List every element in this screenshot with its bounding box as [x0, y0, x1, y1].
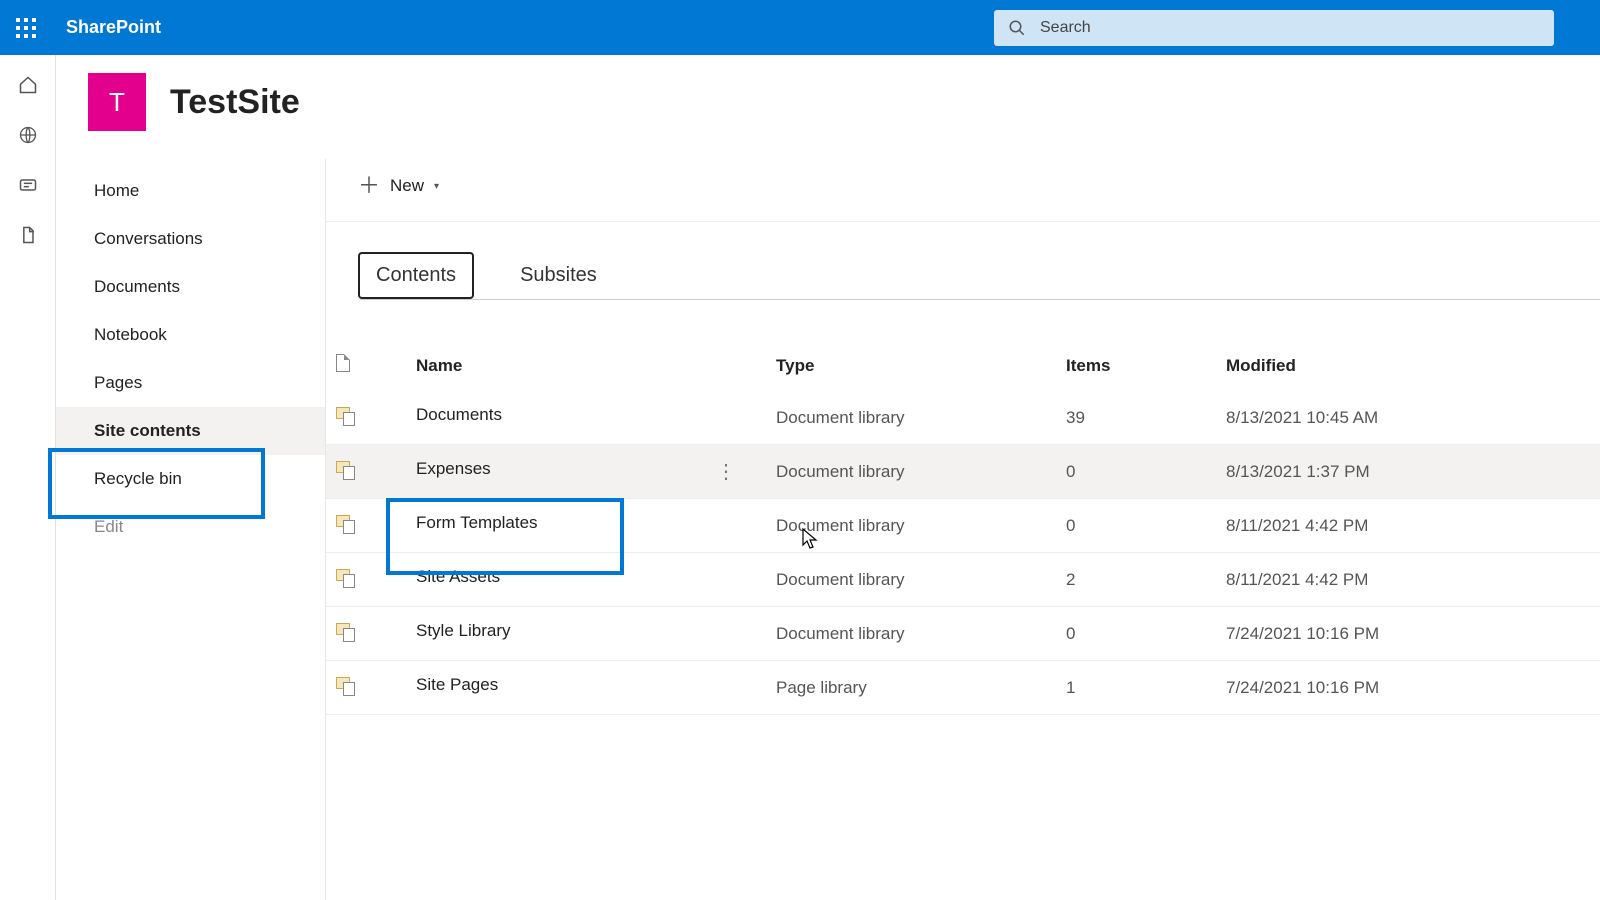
row-name[interactable]: Documents: [416, 405, 502, 424]
row-items: 2: [1056, 553, 1216, 607]
row-name[interactable]: Style Library: [416, 621, 510, 640]
nav-item-documents[interactable]: Documents: [56, 263, 325, 311]
row-type: Document library: [766, 607, 1056, 661]
file-header-icon: [336, 354, 350, 372]
row-type: Page library: [766, 661, 1056, 715]
table-row[interactable]: Site Pages⋮Page library17/24/2021 10:16 …: [326, 661, 1600, 715]
globe-icon[interactable]: [18, 125, 38, 145]
col-name[interactable]: Name: [406, 340, 766, 391]
row-name[interactable]: Site Assets: [416, 567, 500, 586]
contents-list: Name Type Items Modified Documents⋮Docum…: [326, 300, 1600, 715]
row-items: 1: [1056, 661, 1216, 715]
nav-edit[interactable]: Edit: [56, 503, 325, 551]
nav-item-pages[interactable]: Pages: [56, 359, 325, 407]
site-nav: HomeConversationsDocumentsNotebookPagesS…: [56, 159, 326, 900]
row-modified: 8/13/2021 10:45 AM: [1216, 391, 1600, 445]
library-icon: [336, 407, 356, 423]
library-icon: [336, 461, 356, 477]
table-row[interactable]: Expenses ⋮ Document library08/13/2021 1:37…: [326, 445, 1600, 499]
row-modified: 7/24/2021 10:16 PM: [1216, 607, 1600, 661]
files-icon[interactable]: [18, 225, 38, 245]
app-launcher-icon[interactable]: [16, 18, 36, 38]
nav-item-recycle-bin[interactable]: Recycle bin: [56, 455, 325, 503]
new-button-label: New: [390, 176, 424, 196]
row-type: Document library: [766, 445, 1056, 499]
left-rail: [0, 55, 56, 900]
row-modified: 8/13/2021 1:37 PM: [1216, 445, 1600, 499]
table-row[interactable]: Form Templates⋮Document library08/11/202…: [326, 499, 1600, 553]
home-icon[interactable]: [18, 75, 38, 95]
search-input[interactable]: [1040, 19, 1540, 37]
row-items: 0: [1056, 445, 1216, 499]
table-row[interactable]: Documents⋮Document library398/13/2021 10…: [326, 391, 1600, 445]
row-items: 0: [1056, 499, 1216, 553]
row-type: Document library: [766, 391, 1056, 445]
nav-item-home[interactable]: Home: [56, 167, 325, 215]
tab-contents[interactable]: Contents: [358, 252, 474, 299]
new-button[interactable]: ＋ New ▾: [358, 175, 439, 197]
row-modified: 7/24/2021 10:16 PM: [1216, 661, 1600, 715]
table-row[interactable]: Style Library⋮Document library07/24/2021…: [326, 607, 1600, 661]
site-title[interactable]: TestSite: [170, 83, 300, 122]
col-items[interactable]: Items: [1056, 340, 1216, 391]
row-name[interactable]: Site Pages: [416, 675, 498, 694]
suite-bar: SharePoint: [0, 0, 1600, 55]
library-icon: [336, 569, 356, 585]
row-type: Document library: [766, 553, 1056, 607]
plus-icon: ＋: [358, 175, 380, 197]
row-type: Document library: [766, 499, 1056, 553]
tab-subsites[interactable]: Subsites: [502, 252, 615, 299]
col-modified[interactable]: Modified: [1216, 340, 1600, 391]
row-items: 0: [1056, 607, 1216, 661]
row-items: 39: [1056, 391, 1216, 445]
library-icon: [336, 677, 356, 693]
nav-item-conversations[interactable]: Conversations: [56, 215, 325, 263]
col-type[interactable]: Type: [766, 340, 1056, 391]
search-box[interactable]: [994, 10, 1554, 46]
row-actions-icon[interactable]: ⋮: [716, 459, 756, 484]
row-name[interactable]: Expenses: [416, 459, 491, 478]
pivot-tabs: Contents Subsites: [326, 222, 1600, 299]
library-icon: [336, 623, 356, 639]
table-row[interactable]: Site Assets⋮Document library28/11/2021 4…: [326, 553, 1600, 607]
search-icon: [1008, 19, 1026, 37]
library-icon: [336, 515, 356, 531]
site-header: T TestSite: [56, 55, 1600, 159]
row-modified: 8/11/2021 4:42 PM: [1216, 553, 1600, 607]
row-modified: 8/11/2021 4:42 PM: [1216, 499, 1600, 553]
chevron-down-icon: ▾: [434, 181, 439, 192]
news-icon[interactable]: [18, 175, 38, 195]
row-name[interactable]: Form Templates: [416, 513, 538, 532]
nav-item-notebook[interactable]: Notebook: [56, 311, 325, 359]
app-name[interactable]: SharePoint: [66, 17, 161, 38]
site-logo[interactable]: T: [88, 73, 146, 131]
command-bar: ＋ New ▾: [326, 175, 1600, 222]
nav-item-site-contents[interactable]: Site contents: [56, 407, 325, 455]
